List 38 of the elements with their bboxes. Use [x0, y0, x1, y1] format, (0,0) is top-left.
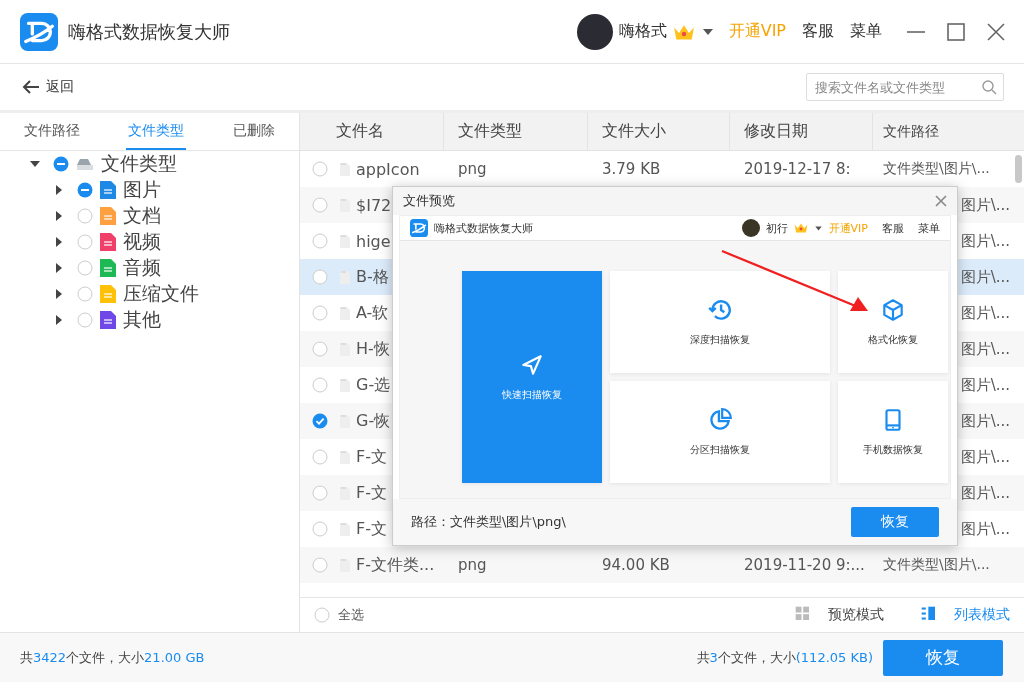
table-cell-text: 文件类型\图片\... [882, 160, 991, 178]
app-title: 嗨格式数据恢复大师 [68, 19, 230, 44]
user-name: 初行 [765, 220, 788, 236]
table-cell: 图片\... [960, 483, 1010, 503]
table-cell-text: png [457, 160, 488, 178]
table-cell-text: 3.79 KB [601, 160, 662, 178]
table-cell: 图片\... [960, 195, 1010, 215]
table-cell-text: 94.00 KB [601, 556, 671, 574]
dialog-title: 文件预览 [403, 192, 455, 210]
table-cell-text: F-文 [355, 446, 387, 468]
table-cell: 图片\... [960, 231, 1010, 251]
table-cell: 图片\... [960, 267, 1010, 287]
table-cell-text: H-恢 [355, 338, 390, 360]
table-cell-text: appIcon [355, 159, 421, 179]
table-cell-text: A-软 [355, 302, 389, 324]
total-summary: 共3422个文件，大小21.00 GB [20, 648, 205, 667]
table-cell: 图片\... [960, 339, 1010, 359]
user-name: 嗨格式 [618, 21, 667, 42]
table-cell-text: $I72 [355, 195, 392, 215]
file-path-text: 路径：文件类型\图片\png\ [411, 513, 566, 531]
table-cell-text: hige [355, 231, 391, 251]
table-cell: 图片\... [960, 411, 1010, 431]
selection-summary: 共3个文件，大小(112.05 KB) [696, 648, 873, 667]
table-cell: 图片\... [960, 447, 1010, 467]
table-cell-text: B-格 [355, 266, 389, 288]
table-cell-text: 2019-12-17 8: [743, 160, 852, 178]
app-title: 嗨格式数据恢复大师 [434, 220, 533, 236]
table-cell-text: png [457, 556, 488, 574]
table-cell: 图片\... [960, 375, 1010, 395]
table-cell-text: 2019-11-20 9:... [743, 556, 866, 574]
table-cell-text: G-恢 [355, 410, 391, 432]
table-cell-text: 文件类型\图片\... [882, 556, 991, 574]
table-cell: 图片\... [960, 519, 1010, 539]
table-cell: 图片\... [960, 303, 1010, 323]
table-cell-text: G-选 [355, 374, 391, 396]
table-cell-text: F-文件类... [355, 554, 436, 576]
table-cell-text: F-文 [355, 482, 387, 504]
table-cell-text: F-文 [355, 518, 387, 540]
